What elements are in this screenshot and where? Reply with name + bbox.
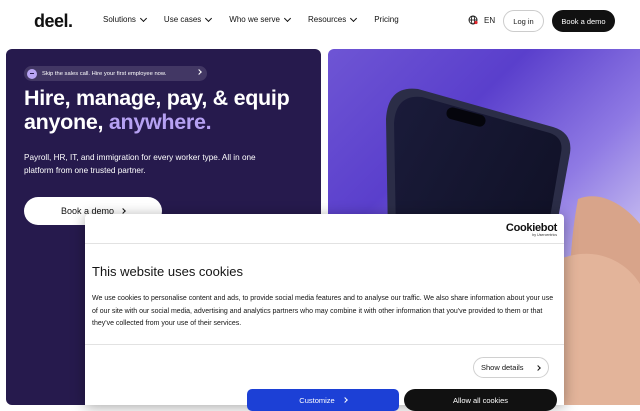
divider	[85, 243, 564, 244]
allow-all-cookies-button[interactable]: Allow all cookies	[404, 389, 557, 411]
show-details-button[interactable]: Show details	[473, 357, 549, 378]
chevron-right-icon	[120, 208, 126, 214]
nav-item-who-we-serve[interactable]: Who we serve	[229, 14, 292, 24]
nav-item-pricing[interactable]: Pricing	[374, 15, 398, 24]
chevron-down-icon	[350, 14, 358, 22]
cookie-description: We use cookies to personalise content an…	[92, 295, 554, 328]
book-demo-button[interactable]: Book a demo	[552, 10, 615, 32]
globe-icon	[468, 15, 478, 25]
top-navigation: deel. Solutions Use cases Who we serve R…	[0, 0, 640, 44]
nav-item-resources[interactable]: Resources	[308, 14, 358, 24]
promo-pill-text: Skip the sales call. Hire your first emp…	[42, 70, 167, 77]
nav-item-solutions[interactable]: Solutions	[103, 14, 147, 24]
nav-menu: Solutions Use cases Who we serve Resourc…	[103, 14, 399, 24]
chevron-down-icon	[139, 14, 147, 22]
chevron-right-icon	[196, 69, 202, 75]
language-selector[interactable]: EN	[468, 15, 495, 25]
nav-item-use-cases[interactable]: Use cases	[164, 14, 213, 24]
language-label: EN	[484, 15, 496, 25]
cookie-consent-dialog: Cookiebot by Usercentrics This website u…	[85, 214, 564, 411]
customize-button[interactable]: Customize	[247, 389, 399, 411]
minus-icon	[27, 68, 37, 79]
deel-logo[interactable]: deel.	[34, 11, 73, 32]
promo-pill[interactable]: Skip the sales call. Hire your first emp…	[24, 66, 207, 81]
chevron-down-icon	[205, 14, 213, 22]
cookiebot-logo: Cookiebot by Usercentrics	[505, 222, 557, 237]
chevron-right-icon	[535, 365, 541, 371]
headline-accent: anywhere.	[108, 110, 212, 134]
hero-subtext: Payroll, HR, IT, and immigration for eve…	[24, 153, 256, 175]
login-button[interactable]: Log in	[503, 10, 544, 32]
hero-headline: Hire, manage, pay, & equip anyone, anywh…	[24, 86, 290, 134]
cookie-title: This website uses cookies	[92, 264, 244, 279]
chevron-right-icon	[341, 397, 348, 403]
chevron-down-icon	[283, 14, 292, 22]
divider	[85, 344, 564, 345]
